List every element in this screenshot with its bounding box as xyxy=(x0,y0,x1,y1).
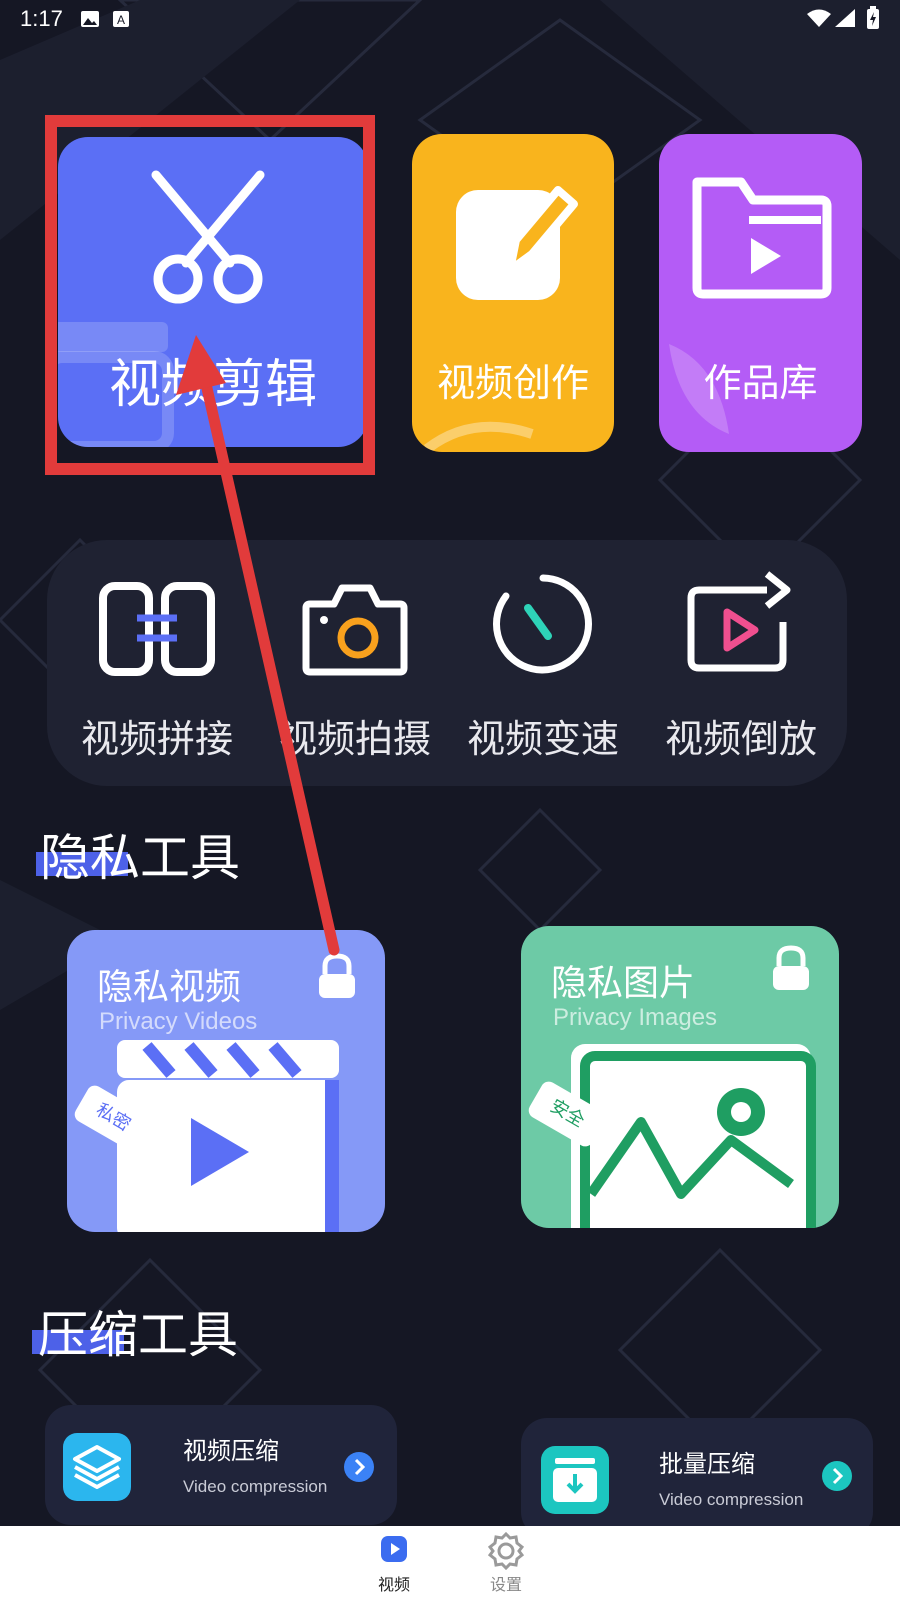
lock-icon xyxy=(773,945,809,990)
compression-section-title: 压缩工具 xyxy=(38,1306,238,1364)
cellular-signal-icon xyxy=(835,9,855,27)
folder-play-icon xyxy=(692,177,832,299)
bottom-navigation: 视频 设置 xyxy=(0,1526,900,1600)
quick-tools-panel: 视频拼接 视频拍摄 视频变速 视频倒放 xyxy=(47,540,847,786)
privacy-videos-subtitle: Privacy Videos xyxy=(99,1008,258,1035)
clapperboard-play-icon xyxy=(117,1040,339,1232)
video-reverse-label: 视频倒放 xyxy=(664,717,817,761)
batch-compression-subtitle: Video compression xyxy=(659,1490,804,1509)
nav-video-label: 视频 xyxy=(377,1575,410,1594)
camera-icon xyxy=(302,584,408,676)
app-notification-icon: A xyxy=(113,11,129,27)
privacy-images-title: 隐私图片 xyxy=(551,963,696,1004)
privacy-images-subtitle: Privacy Images xyxy=(553,1004,718,1031)
splice-icon xyxy=(99,582,215,676)
batch-compression-card[interactable]: 批量压缩 Video compression xyxy=(521,1418,873,1538)
image-notification-icon xyxy=(81,11,99,27)
privacy-videos-card[interactable]: 隐私视频 Privacy Videos 私密 xyxy=(67,930,385,1232)
video-compression-card[interactable]: 视频压缩 Video compression xyxy=(45,1405,397,1525)
edit-pencil-icon xyxy=(456,186,578,300)
status-bar: 1:17 A xyxy=(0,0,900,36)
status-time: 1:17 xyxy=(20,6,63,31)
nav-settings-label: 设置 xyxy=(489,1575,522,1594)
download-box-icon xyxy=(541,1446,609,1514)
video-shoot-tool[interactable]: 视频拍摄 xyxy=(255,540,455,786)
nav-settings-tab[interactable]: 设置 xyxy=(466,1526,546,1600)
wifi-icon xyxy=(807,9,831,27)
chevron-right-icon[interactable] xyxy=(821,1460,853,1492)
privacy-videos-title: 隐私视频 xyxy=(97,967,242,1008)
privacy-section-title: 隐私工具 xyxy=(40,829,240,887)
layers-icon xyxy=(63,1433,131,1501)
video-splice-label: 视频拼接 xyxy=(80,717,233,761)
chevron-right-icon[interactable] xyxy=(343,1451,375,1483)
svg-text:A: A xyxy=(117,13,125,27)
video-speed-label: 视频变速 xyxy=(466,717,619,761)
nav-video-tab[interactable]: 视频 xyxy=(354,1526,434,1600)
video-speed-tool[interactable]: 视频变速 xyxy=(443,540,643,786)
lock-icon xyxy=(319,953,355,998)
video-tab-icon xyxy=(381,1536,407,1562)
battery-charging-icon xyxy=(867,6,879,29)
works-library-label: 作品库 xyxy=(703,361,818,405)
video-reverse-tool[interactable]: 视频倒放 xyxy=(641,540,841,786)
batch-compression-title: 批量压缩 xyxy=(659,1450,755,1478)
video-create-label: 视频创作 xyxy=(436,361,589,405)
video-compression-subtitle: Video compression xyxy=(183,1477,328,1496)
video-splice-tool[interactable]: 视频拼接 xyxy=(57,540,257,786)
image-photo-icon xyxy=(571,1044,816,1228)
reverse-play-icon xyxy=(687,571,791,672)
video-shoot-label: 视频拍摄 xyxy=(278,717,431,761)
video-compression-title: 视频压缩 xyxy=(183,1437,279,1465)
video-create-card[interactable]: 视频创作 xyxy=(412,134,614,452)
speed-timer-icon xyxy=(493,574,592,674)
highlight-box xyxy=(45,115,375,475)
works-library-card[interactable]: 作品库 xyxy=(659,134,862,452)
privacy-images-card[interactable]: 隐私图片 Privacy Images 安全 xyxy=(521,926,839,1228)
gear-icon xyxy=(487,1532,525,1570)
